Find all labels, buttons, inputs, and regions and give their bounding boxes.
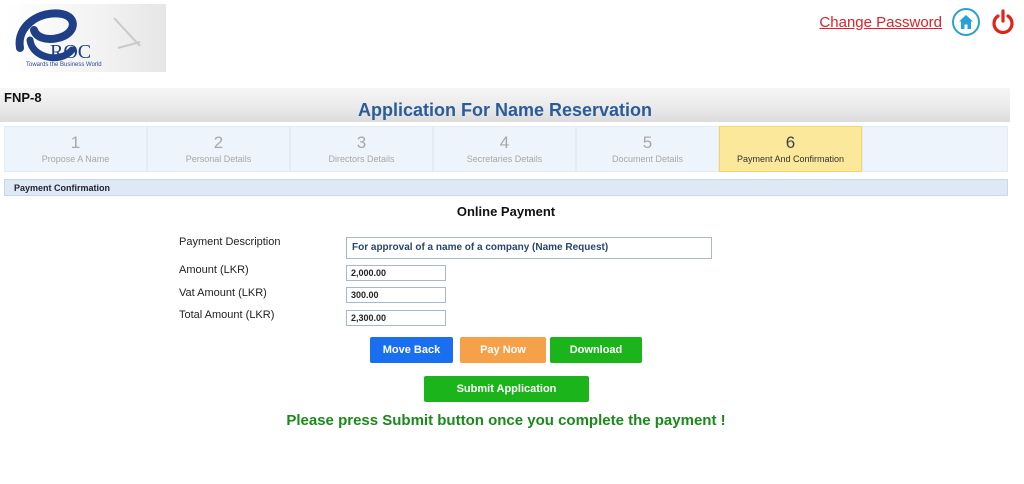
step-label: Propose A Name — [41, 154, 110, 164]
payment-notice: Please press Submit button once you comp… — [286, 412, 726, 429]
payment-description-label: Payment Description — [179, 236, 281, 248]
payment-description-field[interactable]: For approval of a name of a company (Nam… — [346, 237, 712, 259]
power-icon — [992, 9, 1014, 35]
page-title: Application For Name Reservation — [357, 100, 653, 120]
step-label: Personal Details — [185, 154, 252, 164]
wizard-steps: 1 Propose A Name 2 Personal Details 3 Di… — [4, 126, 1008, 174]
step-number: 2 — [213, 133, 224, 152]
step-label: Payment And Confirmation — [736, 154, 845, 164]
eroc-logo: ROC Towards the Business World — [6, 4, 166, 72]
step-number: 1 — [70, 133, 81, 152]
move-back-button[interactable]: Move Back — [370, 337, 453, 363]
home-icon — [959, 15, 973, 29]
header-actions: Change Password — [819, 6, 1016, 38]
vat-amount-field[interactable]: 300.00 — [346, 287, 446, 303]
step-payment-and-confirmation[interactable]: 6 Payment And Confirmation — [719, 126, 862, 172]
amount-field[interactable]: 2,000.00 — [346, 265, 446, 281]
logo-text: ROC — [50, 41, 91, 63]
download-button[interactable]: Download — [550, 337, 642, 363]
home-button[interactable] — [952, 8, 980, 36]
steps-filler — [862, 126, 1008, 172]
step-propose-a-name[interactable]: 1 Propose A Name — [4, 126, 147, 172]
step-number: 4 — [499, 133, 510, 152]
step-secretaries-details[interactable]: 4 Secretaries Details — [433, 126, 576, 172]
change-password-link[interactable]: Change Password — [819, 14, 942, 31]
step-number: 3 — [356, 133, 367, 152]
logo-tagline: Towards the Business World — [26, 62, 102, 68]
step-number: 6 — [785, 133, 796, 152]
online-payment-heading: Online Payment — [456, 204, 556, 219]
submit-application-button[interactable]: Submit Application — [424, 376, 589, 402]
vat-amount-label: Vat Amount (LKR) — [179, 287, 267, 299]
step-document-details[interactable]: 5 Document Details — [576, 126, 719, 172]
logout-button[interactable] — [990, 8, 1016, 36]
step-personal-details[interactable]: 2 Personal Details — [147, 126, 290, 172]
step-label: Document Details — [611, 154, 684, 164]
title-bar: FNP-8 Application For Name Reservation — [0, 88, 1010, 122]
step-number: 5 — [642, 133, 653, 152]
step-directors-details[interactable]: 3 Directors Details — [290, 126, 433, 172]
total-amount-field[interactable]: 2,300.00 — [346, 310, 446, 326]
pay-now-button[interactable]: Pay Now — [460, 337, 546, 363]
step-label: Directors Details — [328, 154, 395, 164]
total-amount-label: Total Amount (LKR) — [179, 309, 275, 321]
amount-label: Amount (LKR) — [179, 264, 249, 276]
section-header: Payment Confirmation — [4, 179, 1008, 196]
step-label: Secretaries Details — [466, 154, 543, 164]
